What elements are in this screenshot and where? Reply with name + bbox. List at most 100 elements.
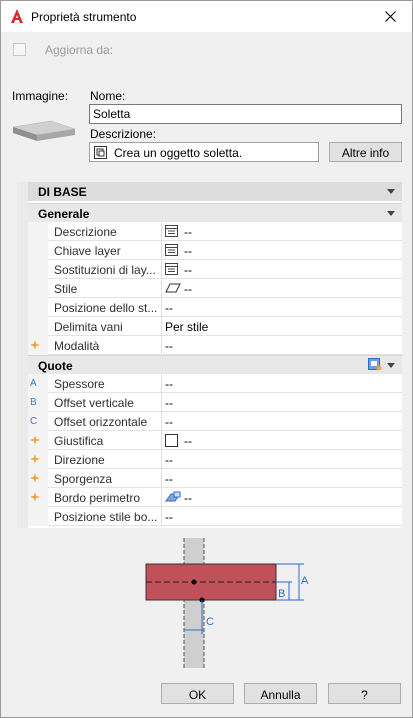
property-value[interactable]: -- (165, 510, 173, 524)
property-row-modalit[interactable]: Modalità -- (28, 336, 402, 355)
column-divider (161, 412, 162, 431)
dimension-a-label: A (301, 575, 309, 587)
property-value[interactable]: -- (184, 244, 192, 258)
property-value[interactable]: -- (184, 282, 192, 296)
section-quote-label: Quote (38, 359, 73, 373)
property-gutter (28, 298, 48, 317)
property-gutter (28, 260, 48, 279)
property-value[interactable]: -- (184, 225, 192, 239)
update-from-label: Aggiorna da: (45, 43, 114, 57)
property-row-posizione-dello-st[interactable]: Posizione dello st... -- (28, 298, 402, 317)
property-row-bordo-perimetro[interactable]: Bordo perimetro -- (28, 488, 402, 507)
property-row-descrizione[interactable]: Descrizione -- (28, 222, 402, 241)
property-name: Delimita vani (54, 320, 123, 334)
property-gutter (28, 222, 48, 241)
edge-icon[interactable] (165, 491, 181, 506)
column-divider (161, 241, 162, 260)
help-button[interactable]: ? (328, 683, 401, 704)
column-divider (161, 317, 162, 336)
property-value[interactable]: -- (184, 434, 192, 448)
property-value[interactable]: -- (165, 415, 173, 429)
ok-button[interactable]: OK (161, 683, 234, 704)
section-quote[interactable]: Quote (28, 355, 402, 374)
property-name: Giustifica (54, 434, 104, 448)
property-gutter (28, 241, 48, 260)
property-row-offset-orizzontale[interactable]: C Offset orizzontale -- (28, 412, 402, 431)
close-button[interactable] (367, 1, 412, 32)
collapse-arrow-icon[interactable] (387, 363, 395, 368)
description-label: Descrizione: (90, 127, 157, 141)
checkbox-icon[interactable] (165, 434, 178, 450)
property-value[interactable]: -- (165, 396, 173, 410)
collapse-arrow-icon[interactable] (387, 189, 395, 194)
column-divider (161, 298, 162, 317)
dimension-c-label: C (206, 616, 214, 628)
property-row-sostituzioni-di-lay[interactable]: Sostituzioni di lay... -- (28, 260, 402, 279)
property-gutter: A (28, 374, 48, 393)
column-divider (161, 450, 162, 469)
property-row-stile[interactable]: Stile -- (28, 279, 402, 298)
name-input[interactable] (89, 104, 402, 124)
property-row-chiave-layer[interactable]: Chiave layer -- (28, 241, 402, 260)
description-field[interactable]: Crea un oggetto soletta. (89, 142, 319, 162)
property-name: Bordo perimetro (54, 491, 141, 505)
table-icon[interactable] (165, 225, 178, 240)
table-icon[interactable] (165, 244, 178, 259)
property-row-delimita-vani[interactable]: Delimita vani Per stile (28, 317, 402, 336)
more-info-button[interactable]: Altre info (329, 142, 402, 162)
property-value[interactable]: -- (165, 453, 173, 467)
category-basic[interactable]: DI BASE (28, 182, 402, 201)
property-gutter (28, 488, 48, 507)
tool-properties-dialog: Proprietà strumento Aggiorna da: Immagin… (0, 0, 413, 718)
property-value[interactable]: -- (165, 472, 173, 486)
image-label: Immagine: (12, 89, 69, 103)
property-name: Offset verticale (54, 396, 134, 410)
table-icon[interactable] (165, 263, 178, 278)
property-gutter (28, 279, 48, 298)
dimension-tool-icon[interactable] (368, 358, 382, 374)
property-row-posizione-stile-bo[interactable]: Posizione stile bo... -- (28, 507, 402, 526)
property-value[interactable]: -- (165, 301, 173, 315)
property-row-offset-verticale[interactable]: B Offset verticale -- (28, 393, 402, 412)
dimension-marker-c: C (30, 416, 38, 427)
star-icon (30, 492, 40, 505)
property-value[interactable]: -- (184, 491, 192, 505)
property-gutter (28, 431, 48, 450)
dimension-b-label: B (278, 588, 285, 600)
section-general[interactable]: Generale (28, 203, 402, 222)
title-bar: Proprietà strumento (1, 1, 412, 32)
property-row-giustifica[interactable]: Giustifica -- (28, 431, 402, 450)
description-edit-icon[interactable] (94, 146, 107, 162)
cancel-button[interactable]: Annulla (244, 683, 317, 704)
column-divider (161, 431, 162, 450)
property-value[interactable]: Per stile (165, 320, 208, 334)
slab-diagram: A B C (145, 538, 309, 668)
property-gutter (28, 507, 48, 526)
dimension-marker-b: B (30, 397, 37, 408)
property-name: Posizione stile bo... (54, 510, 158, 524)
tool-image-thumbnail[interactable] (11, 119, 77, 148)
property-row-direzione[interactable]: Direzione -- (28, 450, 402, 469)
column-divider (161, 260, 162, 279)
column-divider (161, 222, 162, 241)
category-basic-label: DI BASE (38, 185, 87, 199)
property-name: Stile (54, 282, 78, 296)
column-divider (161, 507, 162, 526)
section-general-label: Generale (38, 207, 90, 221)
collapse-arrow-icon[interactable] (387, 211, 395, 216)
update-from-checkbox[interactable] (13, 43, 26, 56)
property-value[interactable]: -- (165, 339, 173, 353)
property-row-spessore[interactable]: A Spessore -- (28, 374, 402, 393)
property-name: Sostituzioni di lay... (54, 263, 156, 277)
close-icon (385, 11, 396, 22)
property-name: Descrizione (54, 225, 117, 239)
property-value[interactable]: -- (184, 263, 192, 277)
property-value[interactable]: -- (165, 377, 173, 391)
property-gutter (28, 336, 48, 355)
star-icon (30, 340, 40, 353)
property-name: Posizione dello st... (54, 301, 158, 315)
property-row-sporgenza[interactable]: Sporgenza -- (28, 469, 402, 488)
slab-style-icon[interactable] (165, 282, 181, 297)
autocad-logo-icon (10, 8, 24, 24)
column-divider (161, 469, 162, 488)
